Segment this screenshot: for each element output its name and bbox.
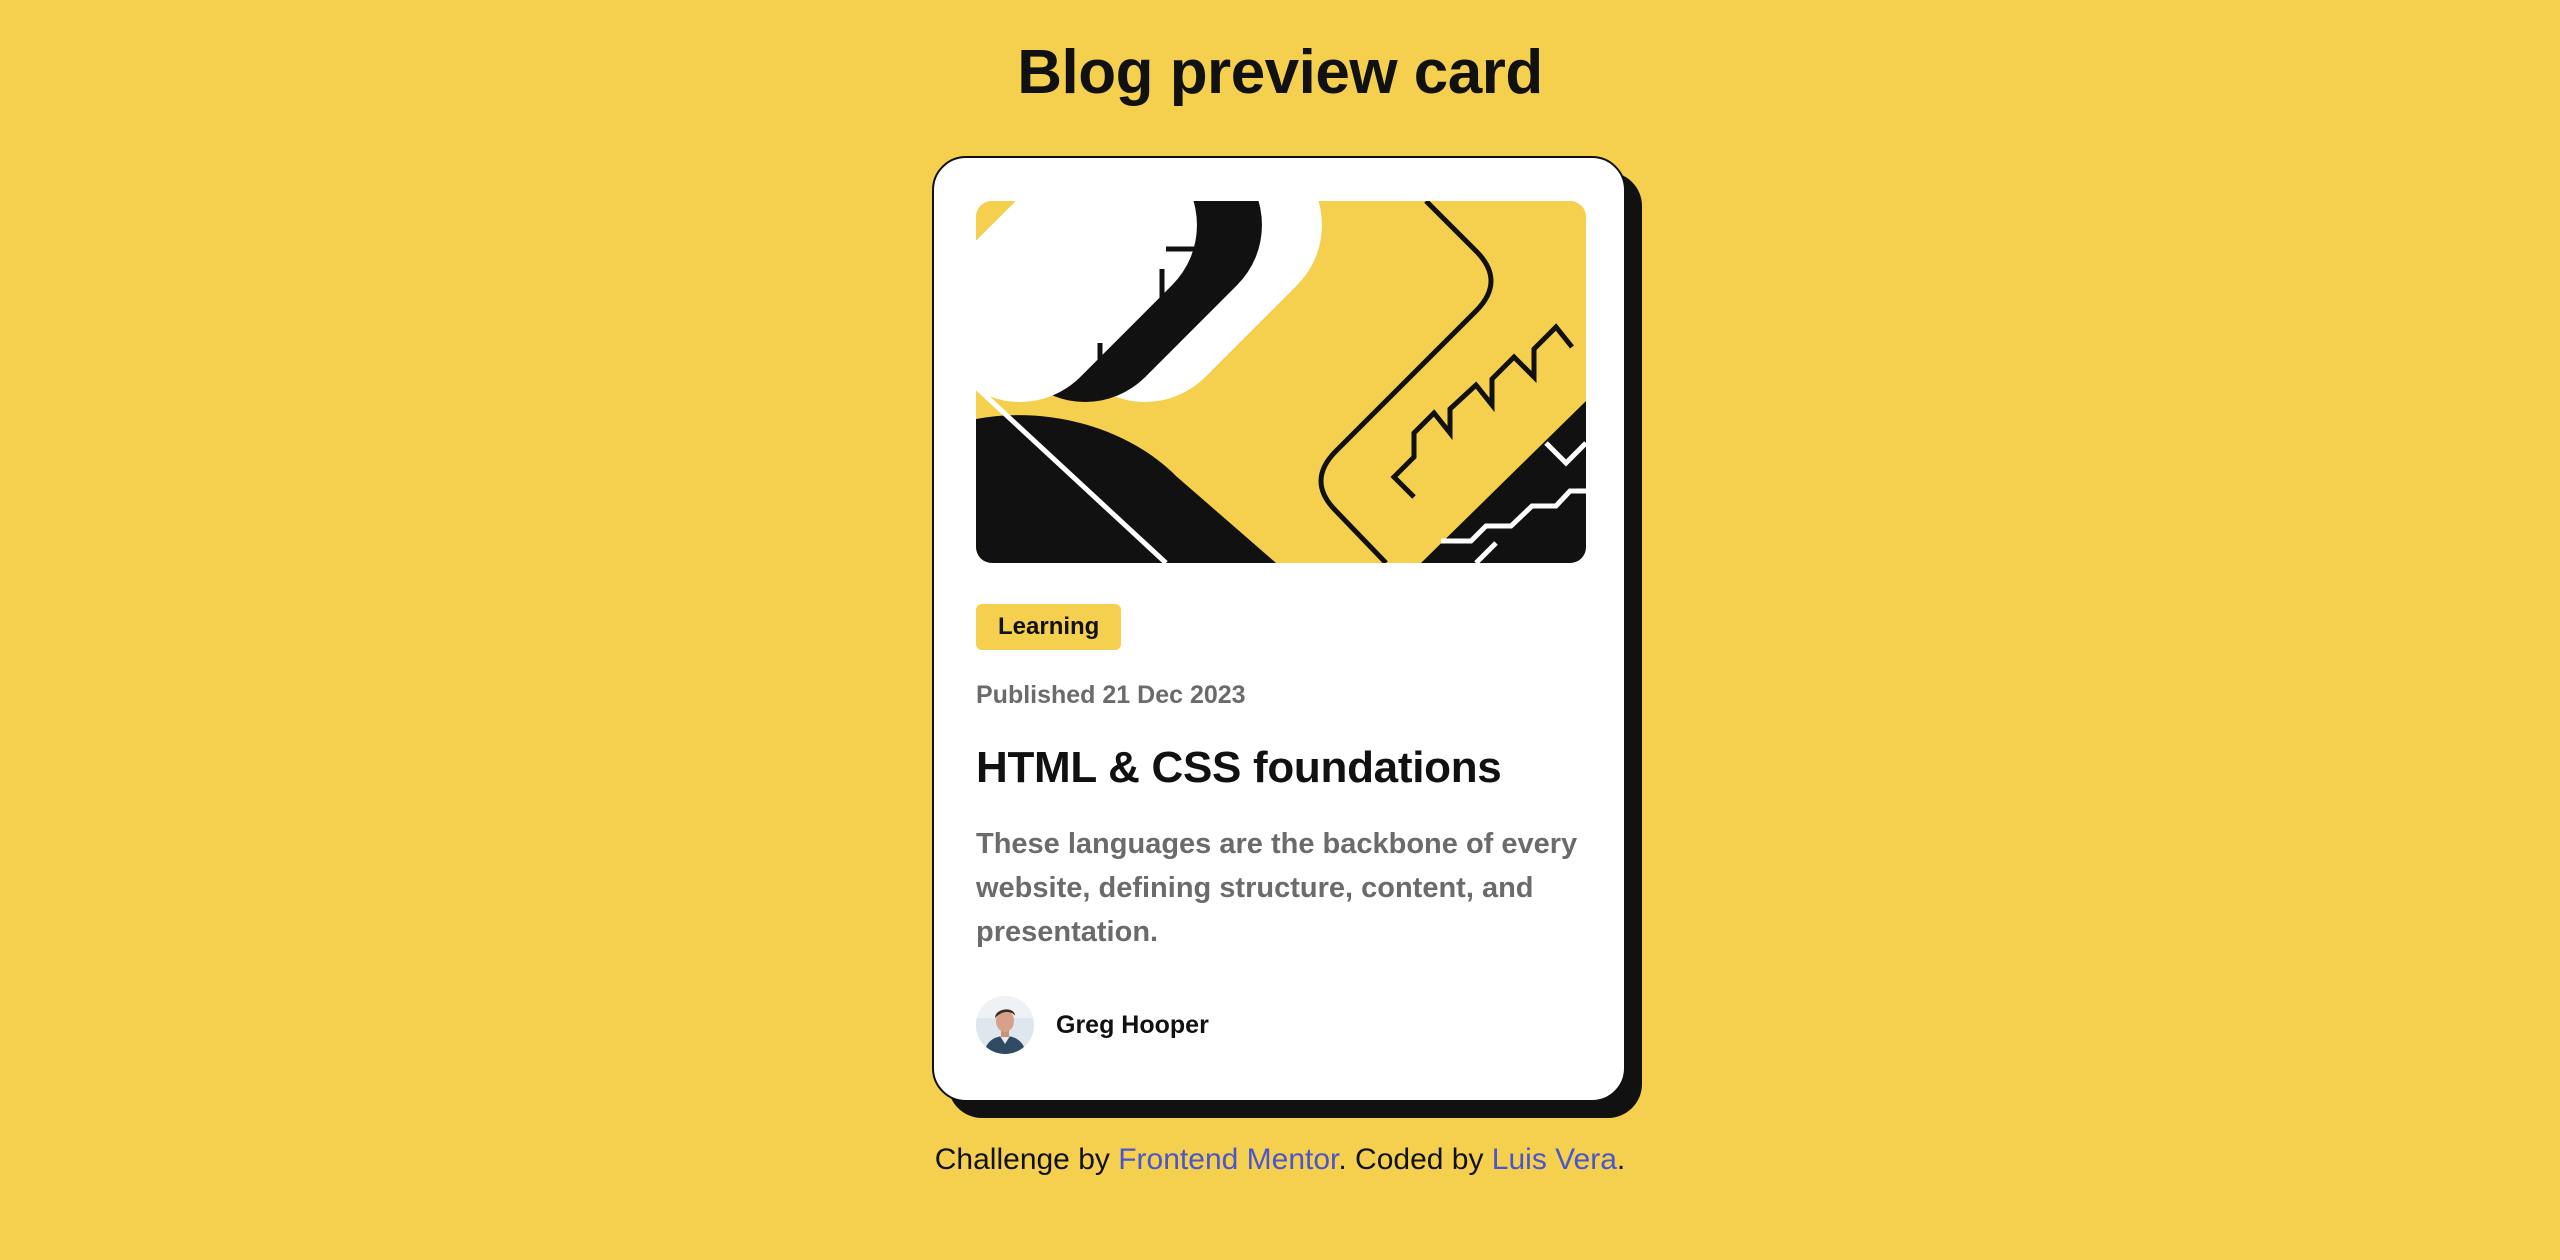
attribution-prefix: Challenge by: [934, 1143, 1110, 1176]
published-date: Published 21 Dec 2023: [976, 681, 1246, 709]
blog-preview-card: Learning Published 21 Dec 2023 HTML & CS…: [932, 156, 1626, 1102]
attribution: Challenge by Frontend Mentor. Coded by L…: [0, 1136, 2560, 1184]
author: Greg Hooper: [976, 996, 1209, 1054]
attribution-middle: . Coded by: [1338, 1143, 1484, 1176]
author-avatar-icon: [976, 996, 1034, 1054]
page-title: Blog preview card: [1017, 38, 1543, 107]
author-name: Greg Hooper: [1056, 1010, 1209, 1039]
hero-illustration-icon: [976, 201, 1586, 563]
frontend-mentor-link[interactable]: Frontend Mentor: [1118, 1143, 1338, 1176]
card-description: These languages are the backbone of ever…: [976, 828, 1578, 948]
category-tag: Learning: [976, 604, 1122, 650]
author-link[interactable]: Luis Vera: [1492, 1143, 1617, 1176]
attribution-suffix: .: [1616, 1143, 1626, 1176]
card-title[interactable]: HTML & CSS foundations: [976, 738, 1502, 798]
